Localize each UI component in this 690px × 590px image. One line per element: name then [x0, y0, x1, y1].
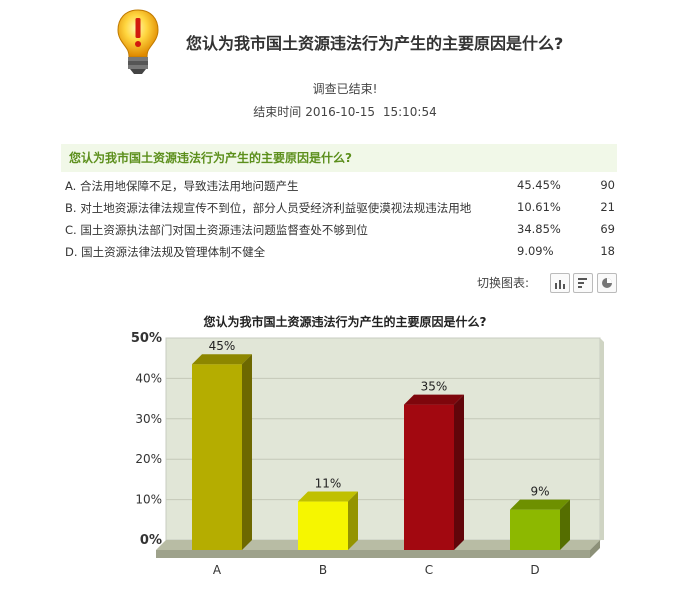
chart-floor-front [156, 550, 590, 558]
y-tick-label: 30% [135, 412, 162, 426]
bar-D [510, 509, 560, 550]
y-tick-label: 0% [140, 533, 162, 548]
bar-top-A [192, 354, 252, 365]
data-label: 45% [209, 339, 236, 353]
y-tick-label: 10% [135, 493, 162, 507]
x-tick-label: D [530, 563, 539, 577]
y-tick-label: 40% [135, 371, 162, 385]
x-tick-label: B [319, 563, 327, 577]
y-tick-label: 20% [135, 452, 162, 466]
bar-top-B [298, 491, 358, 502]
x-tick-label: A [213, 563, 222, 577]
bar-side-C [454, 394, 464, 550]
bar-C [404, 404, 454, 550]
bar-A [192, 364, 242, 550]
x-tick-label: C [425, 563, 433, 577]
plot-area-side [600, 338, 604, 540]
data-label: 35% [421, 380, 448, 394]
bar-top-D [510, 499, 570, 510]
data-label: 11% [315, 477, 342, 491]
bar-side-B [348, 491, 358, 550]
y-tick-label: 50% [131, 331, 162, 346]
bar-top-C [404, 394, 464, 405]
bar-chart: 0% 10% 20% 30% 40% 50% 45% 11% 35% 9% A B C D [131, 331, 604, 577]
bar-side-A [242, 354, 252, 550]
bar-B [298, 501, 348, 550]
data-label: 9% [530, 485, 549, 499]
